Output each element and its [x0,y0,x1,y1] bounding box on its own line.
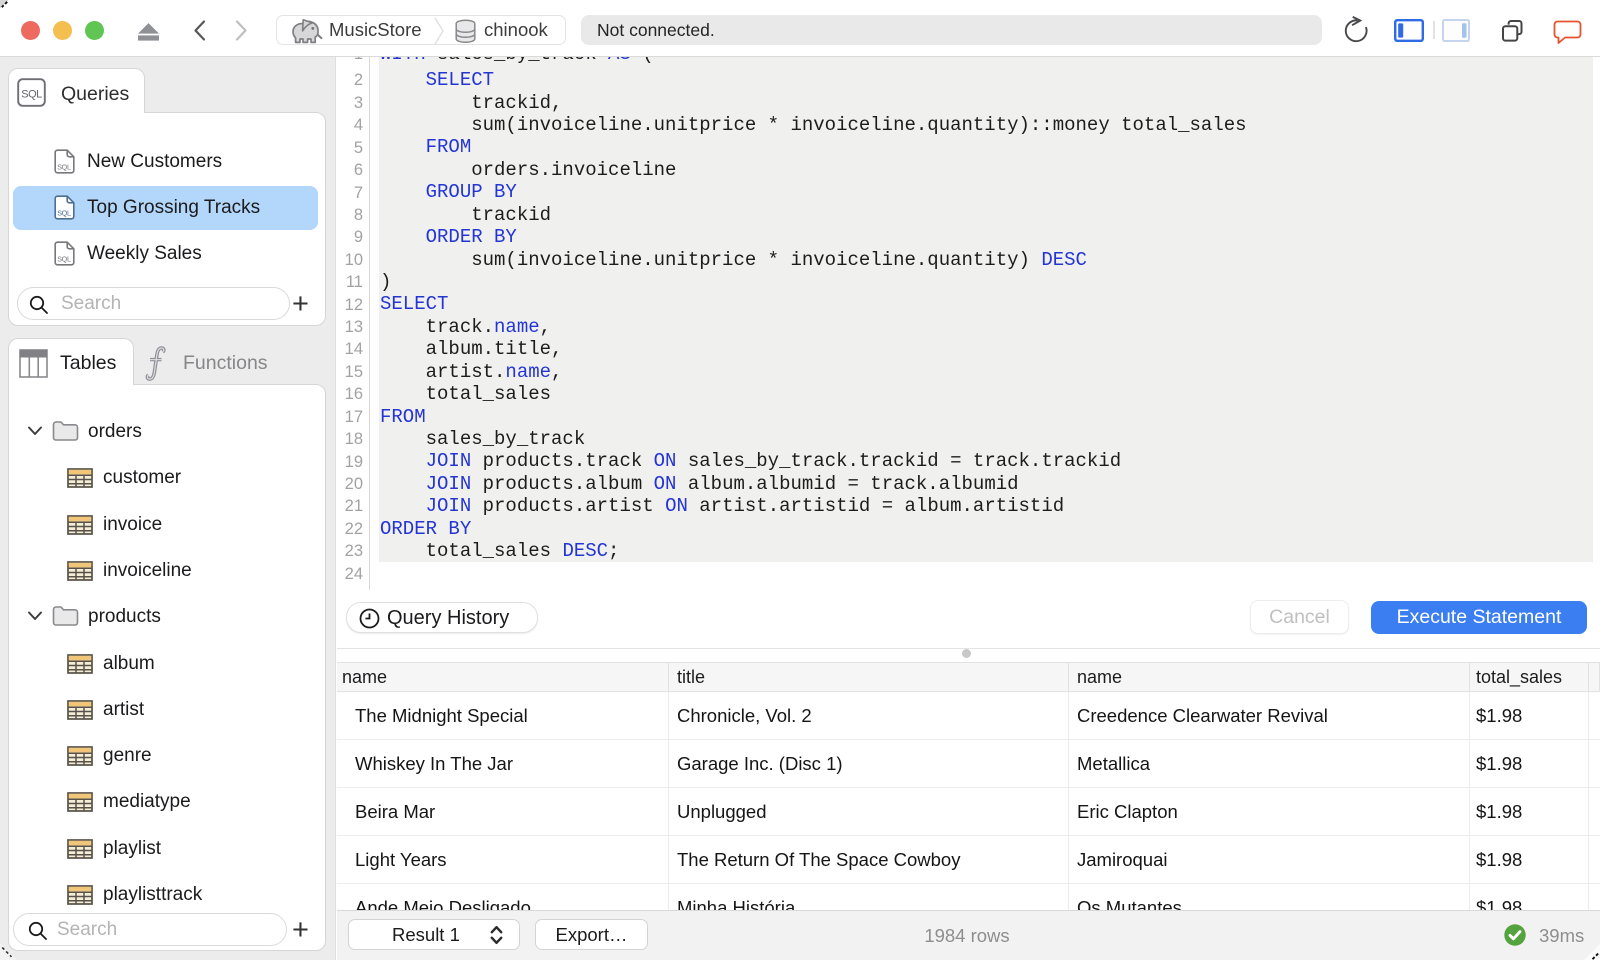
svg-text:SQL: SQL [57,254,71,263]
svg-text:SQL: SQL [21,89,42,101]
svg-text:SQL: SQL [57,208,71,217]
svg-text:SQL: SQL [57,162,71,171]
